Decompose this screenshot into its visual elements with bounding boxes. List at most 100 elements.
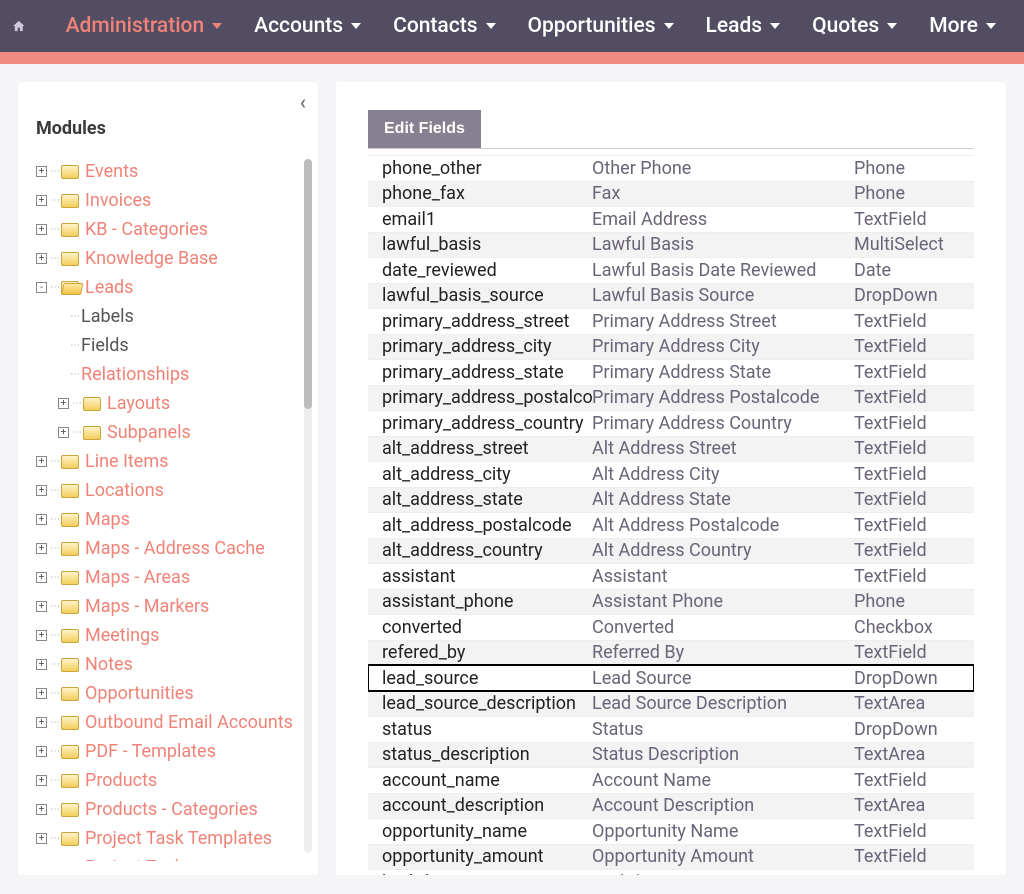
tree-item[interactable]: +⋯Knowledge Base [36, 244, 308, 273]
nav-item-quotes[interactable]: Quotes [796, 0, 913, 52]
field-row[interactable]: statusStatusDropDown [368, 716, 974, 742]
field-row[interactable]: primary_address_postalcodePrimary Addres… [368, 385, 974, 411]
expand-icon[interactable]: + [36, 659, 47, 670]
expand-icon[interactable]: + [36, 833, 47, 844]
tree-item[interactable]: +⋯Project Task Templates [36, 824, 308, 853]
tree-item[interactable]: +⋯Notes [36, 650, 308, 679]
nav-item-accounts[interactable]: Accounts [238, 0, 377, 52]
tree-item-label[interactable]: Line Items [85, 451, 168, 472]
tree-item[interactable]: +⋯Events [36, 157, 308, 186]
nav-item-contacts[interactable]: Contacts [377, 0, 511, 52]
expand-icon[interactable]: + [36, 572, 47, 583]
tree-item-label[interactable]: Maps - Address Cache [85, 538, 265, 559]
tree-item-label[interactable]: Knowledge Base [85, 248, 218, 269]
expand-icon[interactable]: + [58, 427, 69, 438]
tree-item-label[interactable]: Project Tasks [85, 857, 193, 861]
expand-icon[interactable]: + [36, 224, 47, 235]
field-row[interactable]: account_nameAccount NameTextField [368, 767, 974, 793]
field-row[interactable]: refered_byReferred ByTextField [368, 640, 974, 666]
field-row[interactable]: alt_address_streetAlt Address StreetText… [368, 436, 974, 462]
tree-item-label[interactable]: Meetings [85, 625, 159, 646]
expand-icon[interactable]: + [36, 514, 47, 525]
field-row[interactable]: primary_address_streetPrimary Address St… [368, 308, 974, 334]
tree-item-label[interactable]: Maps - Areas [85, 567, 190, 588]
tree-item[interactable]: +⋯Subpanels [36, 418, 308, 447]
expand-icon[interactable]: + [36, 746, 47, 757]
nav-item-leads[interactable]: Leads [690, 0, 797, 52]
edit-fields-tab[interactable]: Edit Fields [368, 110, 481, 148]
tree-item[interactable]: +⋯Project Tasks [36, 853, 308, 861]
tree-item[interactable]: +⋯KB - Categories [36, 215, 308, 244]
tree-item[interactable]: +⋯Invoices [36, 186, 308, 215]
tree-item[interactable]: ⋯Fields [36, 331, 308, 360]
nav-item-more[interactable]: More [913, 0, 1012, 52]
tree-item[interactable]: +⋯Products - Categories [36, 795, 308, 824]
field-row[interactable]: lead_sourceLead SourceDropDown [368, 665, 974, 691]
tree-item-label[interactable]: Leads [85, 277, 133, 298]
tree-item[interactable]: +⋯Products [36, 766, 308, 795]
tree-item-label[interactable]: Invoices [85, 190, 151, 211]
tree-item[interactable]: +⋯Maps - Areas [36, 563, 308, 592]
tree-item[interactable]: +⋯Locations [36, 476, 308, 505]
field-row[interactable]: alt_address_stateAlt Address StateTextFi… [368, 487, 974, 513]
expand-icon[interactable]: + [36, 253, 47, 264]
field-row[interactable]: lawful_basisLawful BasisMultiSelect [368, 232, 974, 258]
field-row[interactable]: convertedConvertedCheckbox [368, 614, 974, 640]
expand-icon[interactable]: + [36, 717, 47, 728]
tree-item-label[interactable]: Products - Categories [85, 799, 258, 820]
tree-item-label[interactable]: Outbound Email Accounts [85, 712, 293, 733]
tree-item-label[interactable]: KB - Categories [85, 219, 208, 240]
field-row[interactable]: birthdateBirthdateDate [368, 869, 974, 875]
tree-item[interactable]: +⋯PDF - Templates [36, 737, 308, 766]
sidebar-scrollbar[interactable] [304, 159, 312, 853]
field-row[interactable]: assistantAssistantTextField [368, 563, 974, 589]
nav-item-opportunities[interactable]: Opportunities [512, 0, 690, 52]
expand-icon[interactable]: + [36, 688, 47, 699]
field-row[interactable]: date_reviewedLawful Basis Date ReviewedD… [368, 257, 974, 283]
expand-icon[interactable]: + [36, 775, 47, 786]
field-row[interactable]: primary_address_countryPrimary Address C… [368, 410, 974, 436]
tree-item-label[interactable]: Notes [85, 654, 133, 675]
field-row[interactable]: account_descriptionAccount DescriptionTe… [368, 793, 974, 819]
expand-icon[interactable]: + [36, 456, 47, 467]
tree-item[interactable]: +⋯Line Items [36, 447, 308, 476]
tree-item-label[interactable]: Events [85, 161, 138, 182]
field-row[interactable]: lead_source_descriptionLead Source Descr… [368, 691, 974, 717]
field-row[interactable]: phone_otherOther PhonePhone [368, 155, 974, 181]
tree-item-label[interactable]: PDF - Templates [85, 741, 216, 762]
field-row[interactable]: assistant_phoneAssistant PhonePhone [368, 589, 974, 615]
tree-item-label[interactable]: Maps - Markers [85, 596, 209, 617]
field-row[interactable]: phone_faxFaxPhone [368, 181, 974, 207]
field-row[interactable]: primary_address_statePrimary Address Sta… [368, 359, 974, 385]
expand-icon[interactable]: + [36, 804, 47, 815]
expand-icon[interactable]: + [36, 166, 47, 177]
tree-item-label[interactable]: Fields [81, 335, 129, 356]
tree-item-label[interactable]: Subpanels [107, 422, 191, 443]
field-row[interactable]: email1Email AddressTextField [368, 206, 974, 232]
tree-item-label[interactable]: Maps [85, 509, 130, 530]
tree-item[interactable]: +⋯Maps - Address Cache [36, 534, 308, 563]
home-icon[interactable] [12, 12, 26, 40]
field-row[interactable]: primary_address_cityPrimary Address City… [368, 334, 974, 360]
expand-icon[interactable]: + [36, 195, 47, 206]
field-row[interactable]: status_descriptionStatus DescriptionText… [368, 742, 974, 768]
expand-icon[interactable]: + [36, 630, 47, 641]
expand-icon[interactable]: + [36, 601, 47, 612]
tree-item-label[interactable]: Layouts [107, 393, 170, 414]
expand-icon[interactable]: + [58, 398, 69, 409]
tree-item-label[interactable]: Locations [85, 480, 164, 501]
field-row[interactable]: alt_address_postalcodeAlt Address Postal… [368, 512, 974, 538]
tree-item[interactable]: +⋯Maps - Markers [36, 592, 308, 621]
collapse-icon[interactable]: - [36, 282, 47, 293]
tree-item[interactable]: +⋯Meetings [36, 621, 308, 650]
field-row[interactable]: lawful_basis_sourceLawful Basis SourceDr… [368, 283, 974, 309]
field-row[interactable]: opportunity_nameOpportunity NameTextFiel… [368, 818, 974, 844]
tree-item-label[interactable]: Opportunities [85, 683, 194, 704]
nav-item-administration[interactable]: Administration [50, 0, 239, 52]
tree-item[interactable]: +⋯Outbound Email Accounts [36, 708, 308, 737]
tree-item[interactable]: +⋯Opportunities [36, 679, 308, 708]
tree-item-label[interactable]: Products [85, 770, 157, 791]
expand-icon[interactable]: + [36, 485, 47, 496]
tree-item[interactable]: ⋯Relationships [36, 360, 308, 389]
field-row[interactable]: alt_address_countryAlt Address CountryTe… [368, 538, 974, 564]
